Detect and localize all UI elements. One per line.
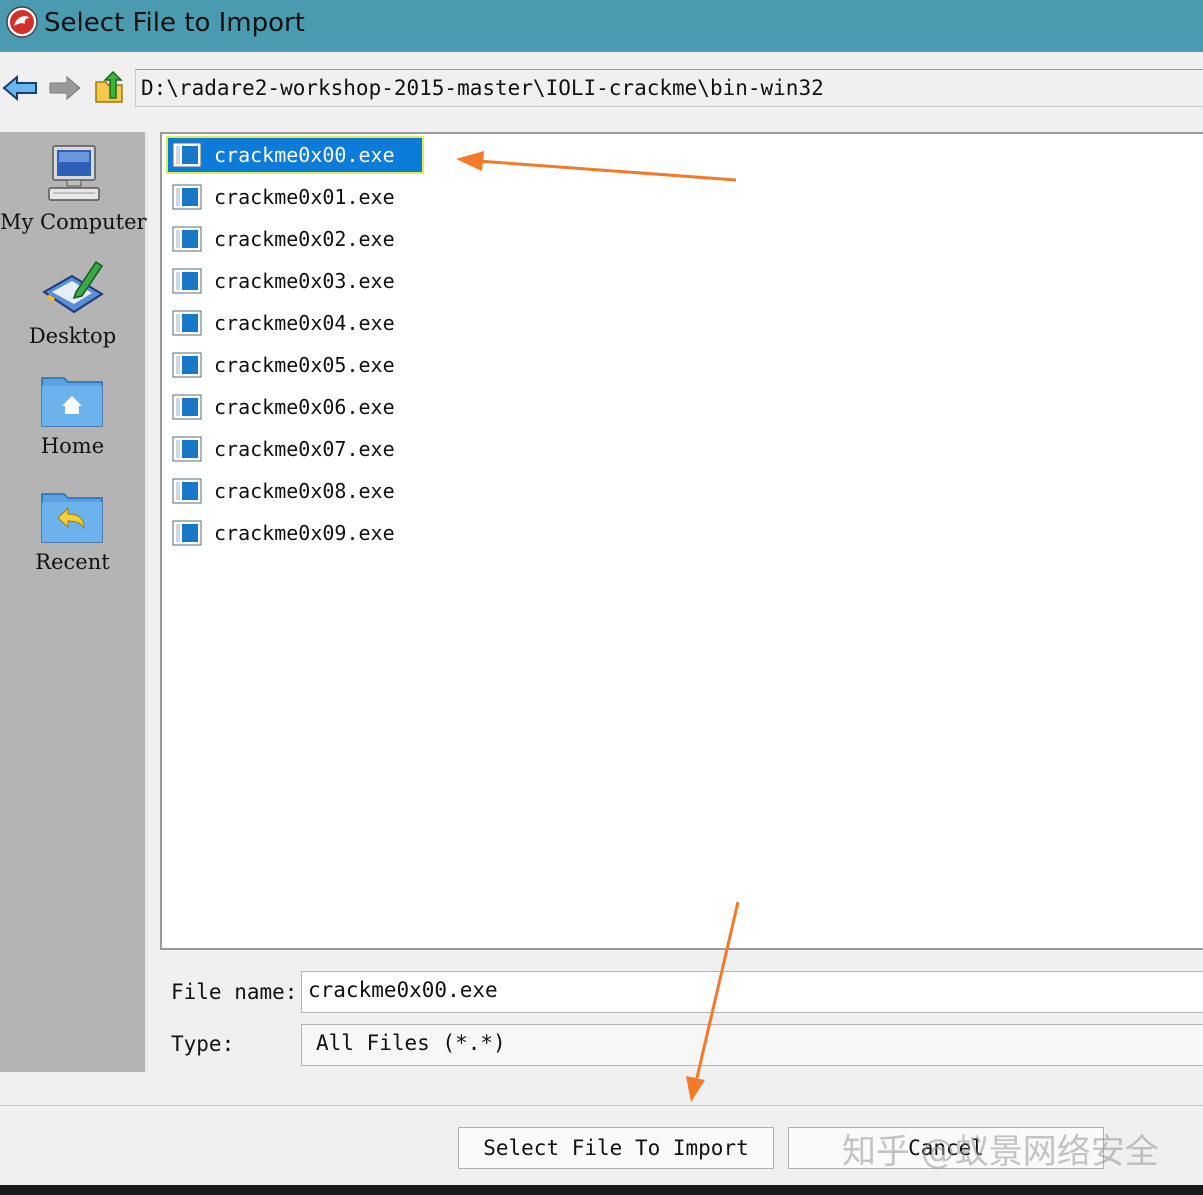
file-name: crackme0x08.exe — [214, 479, 395, 503]
recent-folder-icon — [40, 493, 103, 543]
type-select[interactable]: All Files (*.*) — [301, 1024, 1203, 1066]
executable-file-icon — [172, 478, 202, 504]
file-name: crackme0x07.exe — [214, 437, 395, 461]
sidebar-item-recent[interactable]: Recent — [0, 488, 145, 574]
sidebar-item-label: My Computer — [0, 210, 147, 234]
file-row[interactable]: crackme0x02.exe — [166, 220, 424, 258]
type-label: Type: — [171, 1032, 235, 1056]
executable-file-icon — [172, 352, 202, 378]
annotation-arrowhead-icon — [686, 1076, 705, 1102]
sidebar-item-label: Desktop — [28, 324, 117, 348]
executable-file-icon — [172, 394, 202, 420]
file-row[interactable]: crackme0x03.exe — [166, 262, 424, 300]
executable-file-icon — [172, 142, 202, 168]
up-folder-icon[interactable] — [94, 70, 126, 104]
file-row[interactable]: crackme0x09.exe — [166, 514, 424, 552]
executable-file-icon — [172, 310, 202, 336]
file-list[interactable]: crackme0x00.exe crackme0x01.exe crackme0… — [160, 132, 1203, 950]
path-text: D:\radare2-workshop-2015-master\IOLI-cra… — [141, 76, 824, 100]
title-bar: Select File to Import — [0, 0, 1203, 52]
select-file-to-import-button[interactable]: Select File To Import — [458, 1127, 774, 1169]
file-name-value: crackme0x00.exe — [308, 978, 498, 1002]
watermark: 知乎 @蚁景网络安全 — [842, 1132, 1159, 1172]
places-sidebar: My Computer Desktop Home Recent — [0, 132, 148, 1072]
file-row[interactable]: crackme0x05.exe — [166, 346, 424, 384]
file-name: crackme0x02.exe — [214, 227, 395, 251]
executable-file-icon — [172, 184, 202, 210]
forward-arrow-icon[interactable] — [48, 74, 82, 102]
file-name: crackme0x09.exe — [214, 521, 395, 545]
file-name: crackme0x00.exe — [214, 143, 395, 167]
file-row[interactable]: crackme0x07.exe — [166, 430, 424, 468]
file-name: crackme0x05.exe — [214, 353, 395, 377]
sidebar-item-desktop[interactable]: Desktop — [0, 256, 145, 348]
executable-file-icon — [172, 520, 202, 546]
computer-icon — [47, 145, 100, 201]
file-name: crackme0x04.exe — [214, 311, 395, 335]
file-row[interactable]: crackme0x04.exe — [166, 304, 424, 342]
file-name-input[interactable]: crackme0x00.exe — [301, 971, 1203, 1013]
file-name-label: File name: — [171, 980, 298, 1004]
file-name: crackme0x03.exe — [214, 269, 395, 293]
sidebar-item-home[interactable]: Home — [0, 372, 145, 458]
executable-file-icon — [172, 268, 202, 294]
path-field[interactable]: D:\radare2-workshop-2015-master\IOLI-cra… — [135, 69, 1203, 107]
file-row[interactable]: crackme0x06.exe — [166, 388, 424, 426]
file-row[interactable]: crackme0x08.exe — [166, 472, 424, 510]
sidebar-item-label: Home — [40, 434, 105, 458]
ghidra-dragon-logo-icon — [6, 6, 38, 38]
type-select-value: All Files (*.*) — [316, 1031, 506, 1055]
executable-file-icon — [172, 226, 202, 252]
file-name: crackme0x06.exe — [214, 395, 395, 419]
file-row-selected[interactable]: crackme0x00.exe — [166, 136, 424, 174]
back-arrow-icon[interactable] — [2, 74, 38, 102]
sidebar-item-label: Recent — [35, 550, 110, 574]
executable-file-icon — [172, 436, 202, 462]
sidebar-item-my-computer[interactable]: My Computer — [0, 142, 147, 234]
taskbar-edge — [0, 1185, 1203, 1195]
window-title: Select File to Import — [44, 8, 305, 38]
navigation-toolbar: D:\radare2-workshop-2015-master\IOLI-cra… — [0, 52, 1203, 132]
file-row[interactable]: crackme0x01.exe — [166, 178, 424, 216]
home-folder-icon — [40, 377, 103, 427]
file-name: crackme0x01.exe — [214, 185, 395, 209]
desktop-icon — [41, 260, 104, 314]
